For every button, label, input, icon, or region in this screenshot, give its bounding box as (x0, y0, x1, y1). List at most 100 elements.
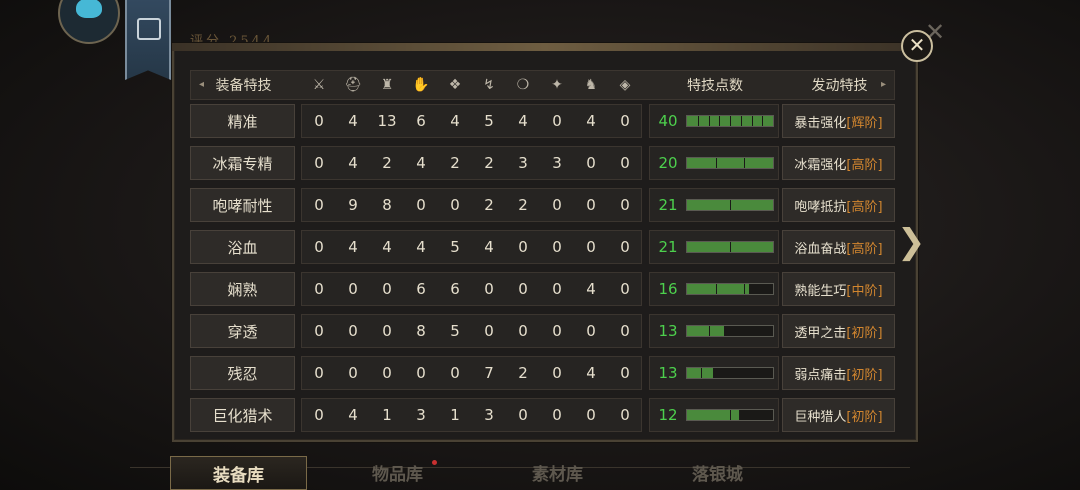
points-bar-segment (762, 116, 764, 126)
slot-value: 4 (348, 406, 358, 424)
points-bar (686, 367, 774, 379)
points-value: 13 (658, 322, 678, 340)
skill-name: 冰霜专精 (190, 146, 295, 180)
slot-value: 4 (416, 154, 426, 172)
points-value: 12 (658, 406, 678, 424)
slot-value: 2 (382, 154, 392, 172)
tab-label: 装备库 (213, 465, 264, 486)
activated-skill: 熟能生巧 [中阶] (782, 272, 895, 306)
slot-value: 0 (518, 238, 528, 256)
activated-skill: 冰霜强化 [高阶] (782, 146, 895, 180)
slot-values: 0 4 4 4 5 4 0 0 0 0 (301, 230, 642, 264)
slot-value: 0 (620, 280, 630, 298)
skills-table: ◂ 装备特技 ⚔ ⛑ ♜ ✋ ❖ ↯ ❍ ✦ ♞ ◈ 特技点数 发动特技 ▸ 精… (190, 70, 895, 440)
table-row[interactable]: 娴熟 0 0 0 6 6 0 0 0 4 0 16 熟能生巧 [中阶] (190, 272, 895, 306)
slot-value: 3 (484, 406, 494, 424)
slot-value: 9 (348, 196, 358, 214)
activated-skill-name: 熟能生巧 (794, 283, 847, 299)
points-value: 16 (658, 280, 678, 298)
slot-value: 2 (450, 154, 460, 172)
points-cell: 13 (649, 356, 779, 390)
slot-value: 0 (484, 322, 494, 340)
points-bar-segment (730, 326, 731, 336)
decoration-icon: ✦ (551, 77, 563, 93)
table-row[interactable]: 浴血 0 4 4 4 5 4 0 0 0 0 21 浴血奋战 [高阶] (190, 230, 895, 264)
slot-value: 2 (484, 196, 494, 214)
player-avatar[interactable] (58, 0, 120, 44)
slot-value: 0 (552, 364, 562, 382)
slot-value: 6 (416, 112, 426, 130)
slot-value: 4 (416, 238, 426, 256)
skill-rank: [初阶] (846, 367, 883, 383)
points-value: 21 (658, 238, 678, 256)
activated-skill-name: 透甲之击 (794, 325, 847, 341)
slot-value: 0 (314, 112, 324, 130)
notification-dot (432, 460, 437, 465)
slot-value: 0 (620, 406, 630, 424)
activated-skill: 咆哮抵抗 [高阶] (782, 188, 895, 222)
next-page-arrow-icon[interactable]: ❯ (897, 222, 926, 262)
slot-value: 0 (348, 322, 358, 340)
points-bar-segment (744, 158, 746, 168)
slot-value: 4 (450, 112, 460, 130)
slot-value: 0 (314, 196, 324, 214)
points-bar-segment (758, 368, 760, 378)
slot-value: 8 (416, 322, 426, 340)
points-cell: 20 (649, 146, 779, 180)
points-bar-segment (701, 368, 703, 378)
points-bar (686, 115, 774, 127)
slot-value: 0 (416, 364, 426, 382)
guild-banner (125, 0, 171, 80)
skill-rank: [高阶] (846, 157, 883, 173)
slot-value: 0 (620, 322, 630, 340)
table-row[interactable]: 咆哮耐性 0 9 8 0 0 2 2 0 0 0 21 咆哮抵抗 [高阶] (190, 188, 895, 222)
slot-values: 0 4 1 3 1 3 0 0 0 0 (301, 398, 642, 432)
skill-name: 残忍 (190, 356, 295, 390)
tab-city[interactable]: 落银城 (650, 456, 785, 488)
tab-equipment[interactable]: 装备库 (170, 456, 307, 490)
slot-value: 0 (586, 196, 596, 214)
slot-value: 4 (586, 364, 596, 382)
points-bar (686, 409, 774, 421)
slot-value: 0 (552, 406, 562, 424)
guild-emblem-icon (137, 18, 161, 40)
activated-skill-name: 咆哮抵抗 (794, 199, 847, 215)
tab-materials[interactable]: 素材库 (490, 456, 625, 488)
points-bar-segment (744, 284, 746, 294)
slot-values: 0 0 0 8 5 0 0 0 0 0 (301, 314, 642, 348)
header-points-label: 特技点数 (687, 78, 743, 94)
points-bar-fill (687, 326, 724, 336)
points-bar-segment (744, 368, 746, 378)
slot-value: 1 (450, 406, 460, 424)
slot-value: 4 (348, 238, 358, 256)
table-row[interactable]: 冰霜专精 0 4 2 4 2 2 3 3 0 0 20 冰霜强化 [高阶] (190, 146, 895, 180)
points-cell: 40 (649, 104, 779, 138)
activated-skill-name: 弱点痛击 (794, 367, 847, 383)
slot-value: 0 (314, 280, 324, 298)
tab-items[interactable]: 物品库 (330, 456, 465, 488)
activated-skill: 弱点痛击 [初阶] (782, 356, 895, 390)
activated-skill-name: 冰霜强化 (794, 157, 847, 173)
points-bar-segment (751, 326, 753, 336)
points-cell: 12 (649, 398, 779, 432)
table-row[interactable]: 巨化猎术 0 4 1 3 1 3 0 0 0 0 12 巨种猎人 [初阶] (190, 398, 895, 432)
tab-label: 素材库 (532, 464, 583, 485)
slot-value: 0 (382, 322, 392, 340)
table-row[interactable]: 精准 0 4 13 6 4 5 4 0 4 0 40 暴击强化 [辉阶] (190, 104, 895, 138)
skill-name: 浴血 (190, 230, 295, 264)
points-bar (686, 199, 774, 211)
skill-name: 咆哮耐性 (190, 188, 295, 222)
points-cell: 13 (649, 314, 779, 348)
table-row[interactable]: 穿透 0 0 0 8 5 0 0 0 0 0 13 透甲之击 [初阶] (190, 314, 895, 348)
table-row[interactable]: 残忍 0 0 0 0 0 7 2 0 4 0 13 弱点痛击 [初阶] (190, 356, 895, 390)
slot-value: 0 (518, 406, 528, 424)
arm-icon: ✋ (412, 77, 430, 93)
slot-value: 0 (382, 280, 392, 298)
weapon-icon: ⚔ (312, 77, 326, 93)
slot-value: 2 (518, 364, 528, 382)
points-bar-segment (719, 116, 721, 126)
close-button[interactable]: ✕ (901, 30, 933, 62)
points-bar-segment (740, 116, 742, 126)
slot-value: 4 (348, 154, 358, 172)
slot-value: 2 (484, 154, 494, 172)
